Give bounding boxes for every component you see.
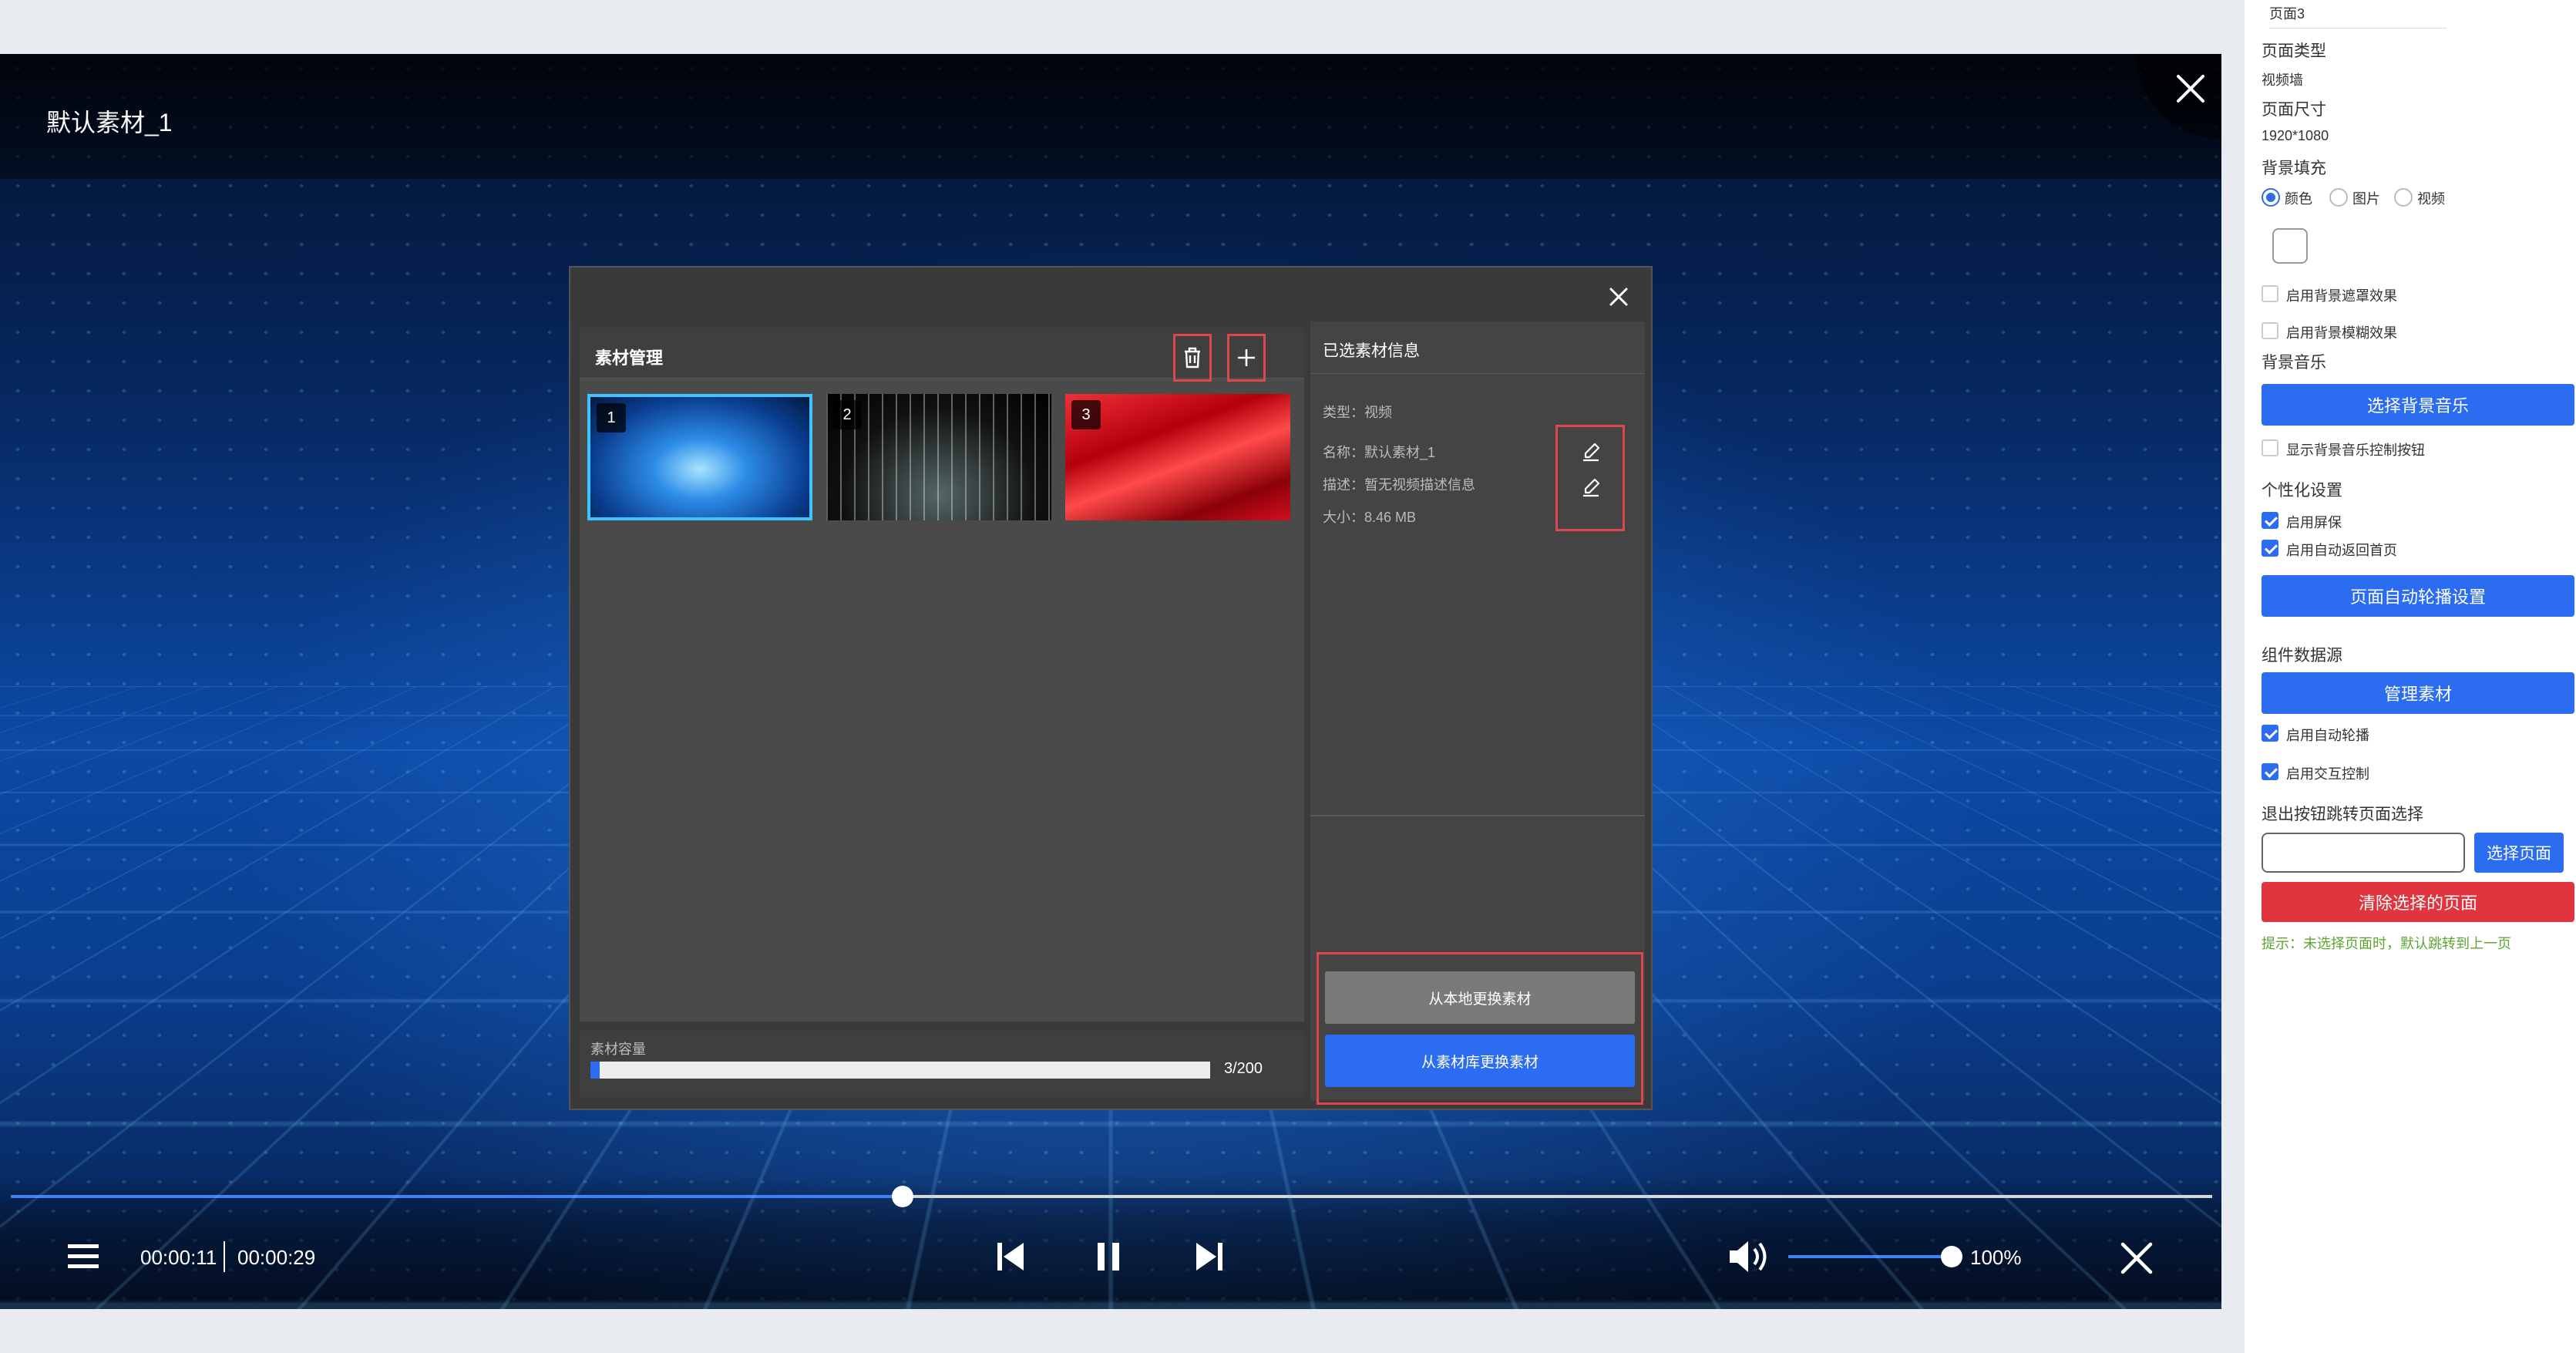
replace-from-local-button[interactable]: 从本地更换素材 <box>1325 971 1635 1024</box>
selected-material-info-panel: 已选素材信息 类型：视频 名称：默认素材_1 描述：暂无视频描述信息 大小：8.… <box>1310 321 1645 1105</box>
screensaver-label: 启用屏保 <box>2286 515 2342 530</box>
edit-name-icon[interactable] <box>1579 441 1602 464</box>
replace-from-library-button[interactable]: 从素材库更换素材 <box>1325 1035 1635 1087</box>
info-type: 类型：视频 <box>1323 405 1392 420</box>
next-icon[interactable] <box>1193 1240 1224 1274</box>
bg-video-radio[interactable] <box>2394 188 2413 207</box>
material-thumbnail[interactable]: 3 <box>1065 394 1290 520</box>
info-description: 描述：暂无视频描述信息 <box>1323 477 1475 493</box>
page-type-label: 页面类型 <box>2262 42 2326 60</box>
bg-mask-checkbox[interactable] <box>2262 285 2278 302</box>
modal-close-icon[interactable] <box>1603 281 1634 312</box>
exit-page-input[interactable] <box>2262 833 2465 873</box>
progress-bar[interactable] <box>11 1186 2212 1207</box>
capacity-bar <box>590 1062 1210 1079</box>
progress-bar-fill <box>11 1195 903 1198</box>
thumbnail-number: 3 <box>1071 400 1101 429</box>
progress-handle[interactable] <box>891 1186 913 1207</box>
pause-icon[interactable] <box>1093 1240 1124 1274</box>
volume-slider[interactable] <box>1788 1255 1952 1258</box>
material-thumbnail[interactable]: 1 <box>587 394 812 520</box>
bg-video-option: 视频 <box>2417 191 2445 207</box>
bg-fill-label: 背景填充 <box>2262 160 2326 177</box>
material-list-header: 素材管理 <box>580 328 1304 382</box>
material-list-title: 素材管理 <box>595 348 664 368</box>
hint-text: 提示：未选择页面时，默认跳转到上一页 <box>2262 936 2511 951</box>
info-name: 名称：默认素材_1 <box>1323 445 1436 460</box>
screensaver-checkbox[interactable] <box>2262 512 2278 529</box>
bg-image-option: 图片 <box>2352 191 2380 207</box>
clear-selected-page-button[interactable]: 清除选择的页面 <box>2262 882 2574 922</box>
thumbnail-number: 1 <box>597 403 626 432</box>
datasource-label: 组件数据源 <box>2262 647 2342 665</box>
interactive-control-checkbox[interactable] <box>2262 763 2278 780</box>
page-size-value: 1920*1080 <box>2262 128 2329 143</box>
current-time: 00:00:11 <box>140 1246 217 1269</box>
material-thumbnail[interactable]: 2 <box>826 394 1051 520</box>
video-title: 默认素材_1 <box>46 109 173 136</box>
material-list-panel: 素材管理 1 2 3 <box>580 328 1304 1021</box>
page-type-value: 视频墙 <box>2262 72 2303 88</box>
page-name: 页面3 <box>2269 3 2447 29</box>
show-music-control-label: 显示背景音乐控制按钮 <box>2286 443 2425 458</box>
plus-icon <box>1238 349 1255 366</box>
info-panel-header: 已选素材信息 <box>1310 321 1645 374</box>
add-material-button[interactable] <box>1227 334 1266 382</box>
select-bg-music-button[interactable]: 选择背景音乐 <box>2262 384 2574 426</box>
volume-percent: 100% <box>1970 1246 2022 1269</box>
bg-color-picker[interactable] <box>2272 228 2308 264</box>
capacity-count: 3/200 <box>1224 1060 1263 1077</box>
auto-home-checkbox[interactable] <box>2262 540 2278 557</box>
player-controls-bar: 00:00:11 00:00:29 100% <box>0 1119 2221 1309</box>
capacity-bar-fill <box>590 1062 600 1079</box>
material-manager-modal: 素材管理 1 2 3 素材容量 3/200 已选素材信息 类型：视频 名称：默认… <box>569 266 1653 1110</box>
previous-icon[interactable] <box>996 1240 1027 1274</box>
bg-color-radio[interactable] <box>2262 188 2280 207</box>
video-top-bar: 默认素材_1 <box>0 54 2221 179</box>
bg-color-option: 颜色 <box>2285 191 2312 207</box>
info-panel-title: 已选素材信息 <box>1323 342 1420 360</box>
volume-handle[interactable] <box>1941 1246 1962 1267</box>
bg-blur-checkbox[interactable] <box>2262 322 2278 339</box>
personalization-label: 个性化设置 <box>2262 482 2342 500</box>
page-size-label: 页面尺寸 <box>2262 101 2326 119</box>
exit-jump-label: 退出按钮跳转页面选择 <box>2262 806 2423 823</box>
time-separator <box>224 1241 225 1272</box>
bg-mask-label: 启用背景遮罩效果 <box>2286 288 2397 304</box>
edit-buttons-group <box>1555 425 1625 531</box>
menu-icon[interactable] <box>66 1241 100 1272</box>
replace-actions-group: 从本地更换素材 从素材库更换素材 <box>1317 952 1643 1105</box>
delete-material-button[interactable] <box>1173 334 1212 382</box>
auto-carousel-settings-button[interactable]: 页面自动轮播设置 <box>2262 575 2574 617</box>
settings-sidebar: 页面3 页面类型 视频墙 页面尺寸 1920*1080 背景填充 颜色 图片 视… <box>2245 0 2576 1353</box>
bg-music-label: 背景音乐 <box>2262 354 2326 372</box>
video-close-button[interactable] <box>2137 54 2221 139</box>
auto-home-label: 启用自动返回首页 <box>2286 543 2397 558</box>
info-divider <box>1310 815 1645 816</box>
info-size: 大小：8.46 MB <box>1323 510 1417 525</box>
thumbnail-number: 2 <box>832 400 862 429</box>
trash-icon <box>1185 347 1200 369</box>
manage-material-button[interactable]: 管理素材 <box>2262 672 2574 714</box>
edit-description-icon[interactable] <box>1579 476 1602 500</box>
show-music-control-checkbox[interactable] <box>2262 439 2278 456</box>
capacity-label: 素材容量 <box>590 1042 646 1057</box>
close-icon <box>2177 75 2204 103</box>
total-time: 00:00:29 <box>237 1246 316 1269</box>
auto-play-checkbox[interactable] <box>2262 725 2278 742</box>
bg-image-radio[interactable] <box>2329 188 2348 207</box>
auto-play-label: 启用自动轮播 <box>2286 728 2369 743</box>
material-capacity: 素材容量 3/200 <box>580 1031 1304 1097</box>
interactive-control-label: 启用交互控制 <box>2286 766 2369 782</box>
close-player-icon[interactable] <box>2118 1240 2155 1277</box>
bg-blur-label: 启用背景模糊效果 <box>2286 325 2397 341</box>
select-page-button[interactable]: 选择页面 <box>2474 833 2564 873</box>
volume-icon[interactable] <box>1727 1237 1773 1277</box>
